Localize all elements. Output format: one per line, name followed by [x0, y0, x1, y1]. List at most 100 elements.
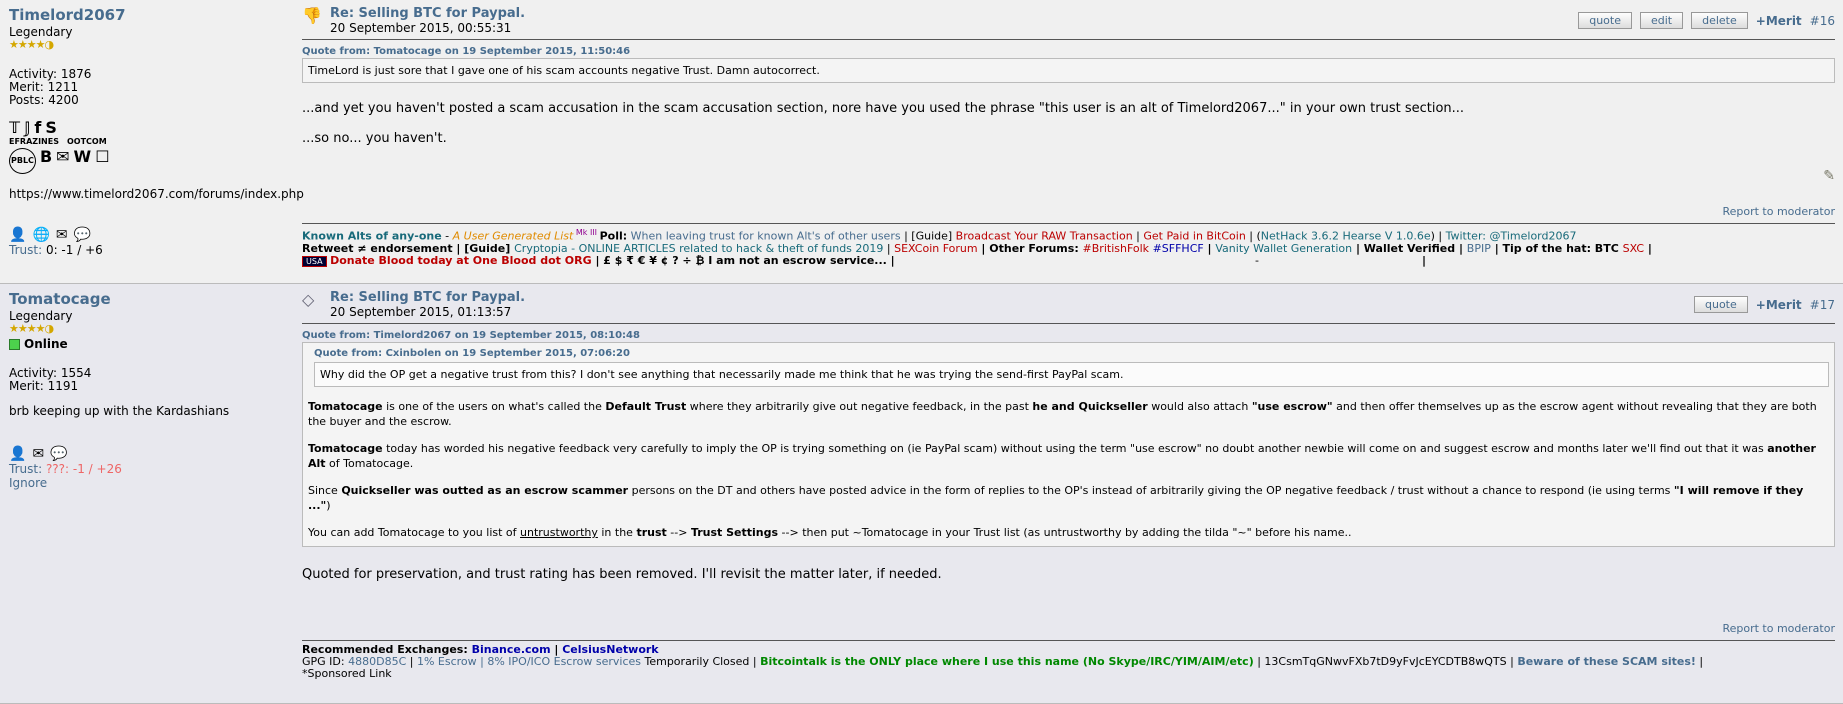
sig-text: Bitcointalk is the ONLY place where I us… — [760, 655, 1254, 668]
post-header: ◇ Re: Selling BTC for Paypal. 20 Septemb… — [302, 290, 1835, 324]
badge-captions: EFRAZINES OOTCOM — [9, 137, 290, 146]
quote-header[interactable]: Quote from: Timelord2067 on 19 September… — [302, 330, 1835, 341]
underlined-text: untrustworthy — [520, 526, 598, 539]
text: of Tomatocage. — [325, 457, 414, 470]
poster-rank: Legendary — [9, 309, 73, 323]
poster-name[interactable]: Timelord2067 — [9, 6, 290, 24]
www-icon[interactable]: 🌐 — [32, 227, 49, 243]
text: would also attach — [1147, 400, 1252, 413]
quote-paragraph: Tomatocage is one of the users on what's… — [308, 399, 1829, 429]
wikipedia-badge-icon: W — [73, 147, 92, 166]
usa-flag-icon: USA — [302, 255, 327, 267]
post-body-line: ...so no... you haven't. — [302, 131, 447, 146]
website-text: https://www.timelord2067.com/forums/inde… — [9, 187, 304, 201]
post-buttons: quote edit delete +Merit #16 — [1578, 6, 1835, 29]
bold-text: Default Trust — [605, 400, 687, 413]
post-content: 👎 Re: Selling BTC for Paypal. 20 Septemb… — [290, 0, 1843, 283]
sig-link[interactable]: SEXCoin Forum — [894, 242, 977, 255]
ignore-link[interactable]: Ignore — [9, 476, 290, 490]
bold-text: trust — [636, 526, 667, 539]
poster-name[interactable]: Tomatocage — [9, 290, 290, 308]
sig-text: | 13CsmTqGNwvFXb7tD9yFvJcEYCDTB8wQTS | — [1253, 655, 1518, 668]
merit: Merit: 1191 — [9, 379, 79, 393]
bold-text: he and Quickseller — [1032, 400, 1148, 413]
thumbs-down-icon: 👎 — [302, 6, 322, 25]
profile-icon[interactable]: 👤 — [9, 446, 26, 462]
post-number[interactable]: #17 — [1810, 298, 1835, 312]
post-body-line: ...and yet you haven't posted a scam acc… — [302, 101, 1465, 116]
sig-link[interactable]: #SFFHCF — [1153, 242, 1204, 255]
post-17: Tomatocage Legendary ★★★★◑ Online Activi… — [0, 284, 1843, 704]
inner-quote-header[interactable]: Quote from: Cxinbolen on 19 September 20… — [314, 346, 1829, 361]
badge-caption: OOTCOM — [66, 137, 107, 146]
quote-header[interactable]: Quote from: Tomatocage on 19 September 2… — [302, 46, 1835, 57]
merit-link[interactable]: +Merit — [1756, 298, 1802, 312]
edit-button[interactable]: edit — [1639, 12, 1684, 29]
quote-box: Quote from: Cxinbolen on 19 September 20… — [302, 342, 1835, 547]
sig-link[interactable]: BPIP — [1467, 242, 1491, 255]
edit-post-icon[interactable]: ✎ — [1823, 168, 1835, 184]
text: persons on the DT and others have posted… — [628, 484, 1674, 497]
inner-quote-box: Why did the OP get a negative trust from… — [314, 362, 1829, 387]
trust-score[interactable]: 0: -1 / +6 — [46, 243, 103, 257]
post-subject[interactable]: Re: Selling BTC for Paypal. — [330, 290, 525, 305]
text: --> then put ~Tomatocage in your Trust l… — [778, 526, 1352, 539]
sig-link[interactable]: 1% Escrow | 8% IPO/ICO Escrow services — [417, 655, 641, 668]
sig-text: - — [1255, 253, 1259, 267]
merit-link[interactable]: +Merit — [1756, 14, 1802, 28]
profile-icon[interactable]: 👤 — [9, 227, 26, 243]
post-date: 20 September 2015, 01:13:57 — [330, 305, 512, 319]
sig-link[interactable]: Donate Blood today at One Blood dot ORG — [330, 254, 592, 267]
bitcoin-badge-icon: B — [39, 147, 53, 166]
quote-paragraph: You can add Tomatocage to you list of un… — [308, 525, 1829, 540]
email-icon[interactable]: ✉ — [32, 446, 44, 462]
trust-label[interactable]: Trust: — [9, 462, 42, 476]
sig-text: | — [406, 655, 417, 668]
delete-button[interactable]: delete — [1691, 12, 1748, 29]
text: today has worded his negative feedback v… — [382, 442, 1768, 455]
text: Since — [308, 484, 342, 497]
personal-text: brb keeping up with the Kardashians — [9, 404, 230, 418]
post-content: ◇ Re: Selling BTC for Paypal. 20 Septemb… — [290, 284, 1843, 703]
poster-rank: Legendary — [9, 25, 73, 39]
trust-score[interactable]: ???: -1 / +26 — [46, 462, 122, 476]
sig-text: | — [1644, 241, 1652, 255]
report-link[interactable]: Report to moderator — [1722, 622, 1835, 635]
sig-link[interactable]: Beware of these SCAM sites! — [1517, 655, 1696, 668]
post-subject[interactable]: Re: Selling BTC for Paypal. — [330, 6, 525, 21]
pm-icon[interactable]: 💬 — [50, 446, 67, 462]
poster-info: Tomatocage Legendary ★★★★◑ Online Activi… — [0, 284, 290, 703]
quote-paragraph: Tomatocage today has worded his negative… — [308, 441, 1829, 471]
post-number[interactable]: #16 — [1810, 14, 1835, 28]
pm-icon[interactable]: 💬 — [74, 227, 91, 243]
quote-button[interactable]: quote — [1694, 296, 1748, 313]
discord-badge-icon: ☐ — [95, 147, 110, 166]
bold-text: Tomatocage — [308, 442, 383, 455]
sponsored-link[interactable]: *Sponsored Link — [302, 668, 1835, 680]
report-link[interactable]: Report to moderator — [1722, 205, 1835, 218]
badge-row-1: 𝕋 𝕁 f S — [9, 119, 290, 137]
text: --> — [666, 526, 691, 539]
trust-label[interactable]: Trust: — [9, 243, 42, 257]
poster-info: Timelord2067 Legendary ★★★★◑ Activity: 1… — [0, 0, 304, 283]
text: You can add Tomatocage to you list of — [308, 526, 521, 539]
trust-line: Trust: 0: -1 / +6 — [9, 243, 290, 257]
sig-text: | Wallet Verified | — [1352, 241, 1467, 255]
email-icon[interactable]: ✉ — [56, 227, 68, 243]
quote-box: TimeLord is just sore that I gave one of… — [302, 58, 1835, 83]
sig-link[interactable]: #BritishFolk — [1083, 242, 1150, 255]
online-label: Online — [24, 337, 68, 351]
text: is one of the users on what's called the — [382, 400, 606, 413]
quote-paragraph: Since Quickseller was outted as an escro… — [308, 483, 1829, 513]
skype-badge-icon: S — [45, 118, 57, 137]
sig-link[interactable]: SXC — [1623, 242, 1644, 255]
sig-link[interactable]: Vanity Wallet Generation — [1215, 242, 1352, 255]
github-badge-icon: 𝕁 — [24, 118, 31, 137]
bold-text: Tomatocage — [308, 400, 383, 413]
post-buttons: quote +Merit #17 — [1694, 290, 1835, 313]
post-16: Timelord2067 Legendary ★★★★◑ Activity: 1… — [0, 0, 1843, 284]
quote-button[interactable]: quote — [1578, 12, 1632, 29]
user-icons: 👤 ✉ 💬 — [9, 446, 290, 462]
bold-text: Trust Settings — [690, 526, 779, 539]
post-count: Posts: 4200 — [9, 93, 79, 107]
